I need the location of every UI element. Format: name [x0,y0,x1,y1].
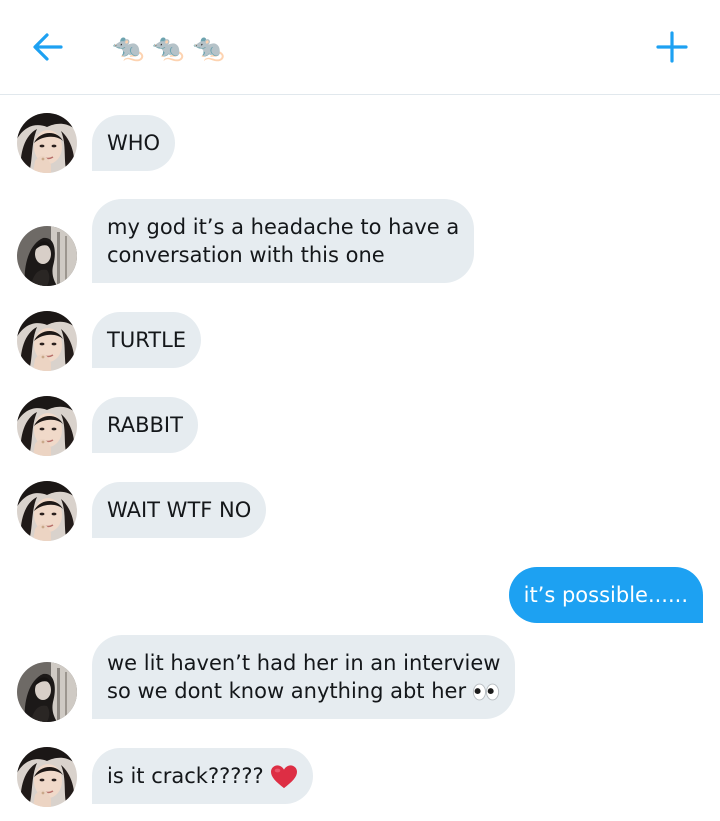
message-bubble[interactable]: we lit haven’t had her in an interview s… [92,635,516,719]
message-bubble[interactable]: TURTLE [92,312,202,368]
message-text: WHO [107,131,161,155]
message-bubble[interactable]: is it crack????? [92,748,313,804]
red-heart-emoji [270,764,298,790]
message-bubble[interactable]: WAIT WTF NO [92,482,267,538]
avatar[interactable] [17,396,77,456]
rat-emoji: 🐀 [192,33,226,63]
plus-icon [656,31,688,63]
arrow-left-icon [33,33,63,61]
message-bubble[interactable]: WHO [92,115,176,171]
avatar[interactable] [17,311,77,371]
message-text: conversation with this one [107,243,385,267]
avatar[interactable] [17,662,77,722]
message-text: it’s possible...... [523,583,688,607]
conversation-title[interactable]: 🐀 🐀 🐀 [112,30,225,66]
message-text: is it crack????? [107,764,264,788]
rat-emoji: 🐀 [152,33,185,63]
back-button[interactable] [28,27,68,67]
message-text: so we dont know anything abt her [107,679,467,703]
conversation-header: 🐀 🐀 🐀 [0,0,720,95]
avatar[interactable] [17,481,77,541]
rat-emoji: 🐀 [112,33,145,63]
message-bubble[interactable]: RABBIT [92,397,198,453]
eyes-emoji [472,682,500,702]
message-text: WAIT WTF NO [107,498,252,522]
message-text: we lit haven’t had her in an interview [107,651,501,675]
avatar[interactable] [17,113,77,173]
avatar[interactable] [17,747,77,807]
message-text: my god it’s a headache to have a [107,215,460,239]
add-people-button[interactable] [652,27,692,67]
avatar[interactable] [17,226,77,286]
message-text: RABBIT [107,413,183,437]
message-bubble[interactable]: my god it’s a headache to have a convers… [92,199,475,283]
sent-message-bubble[interactable]: it’s possible...... [508,567,703,623]
message-text: TURTLE [107,328,187,352]
